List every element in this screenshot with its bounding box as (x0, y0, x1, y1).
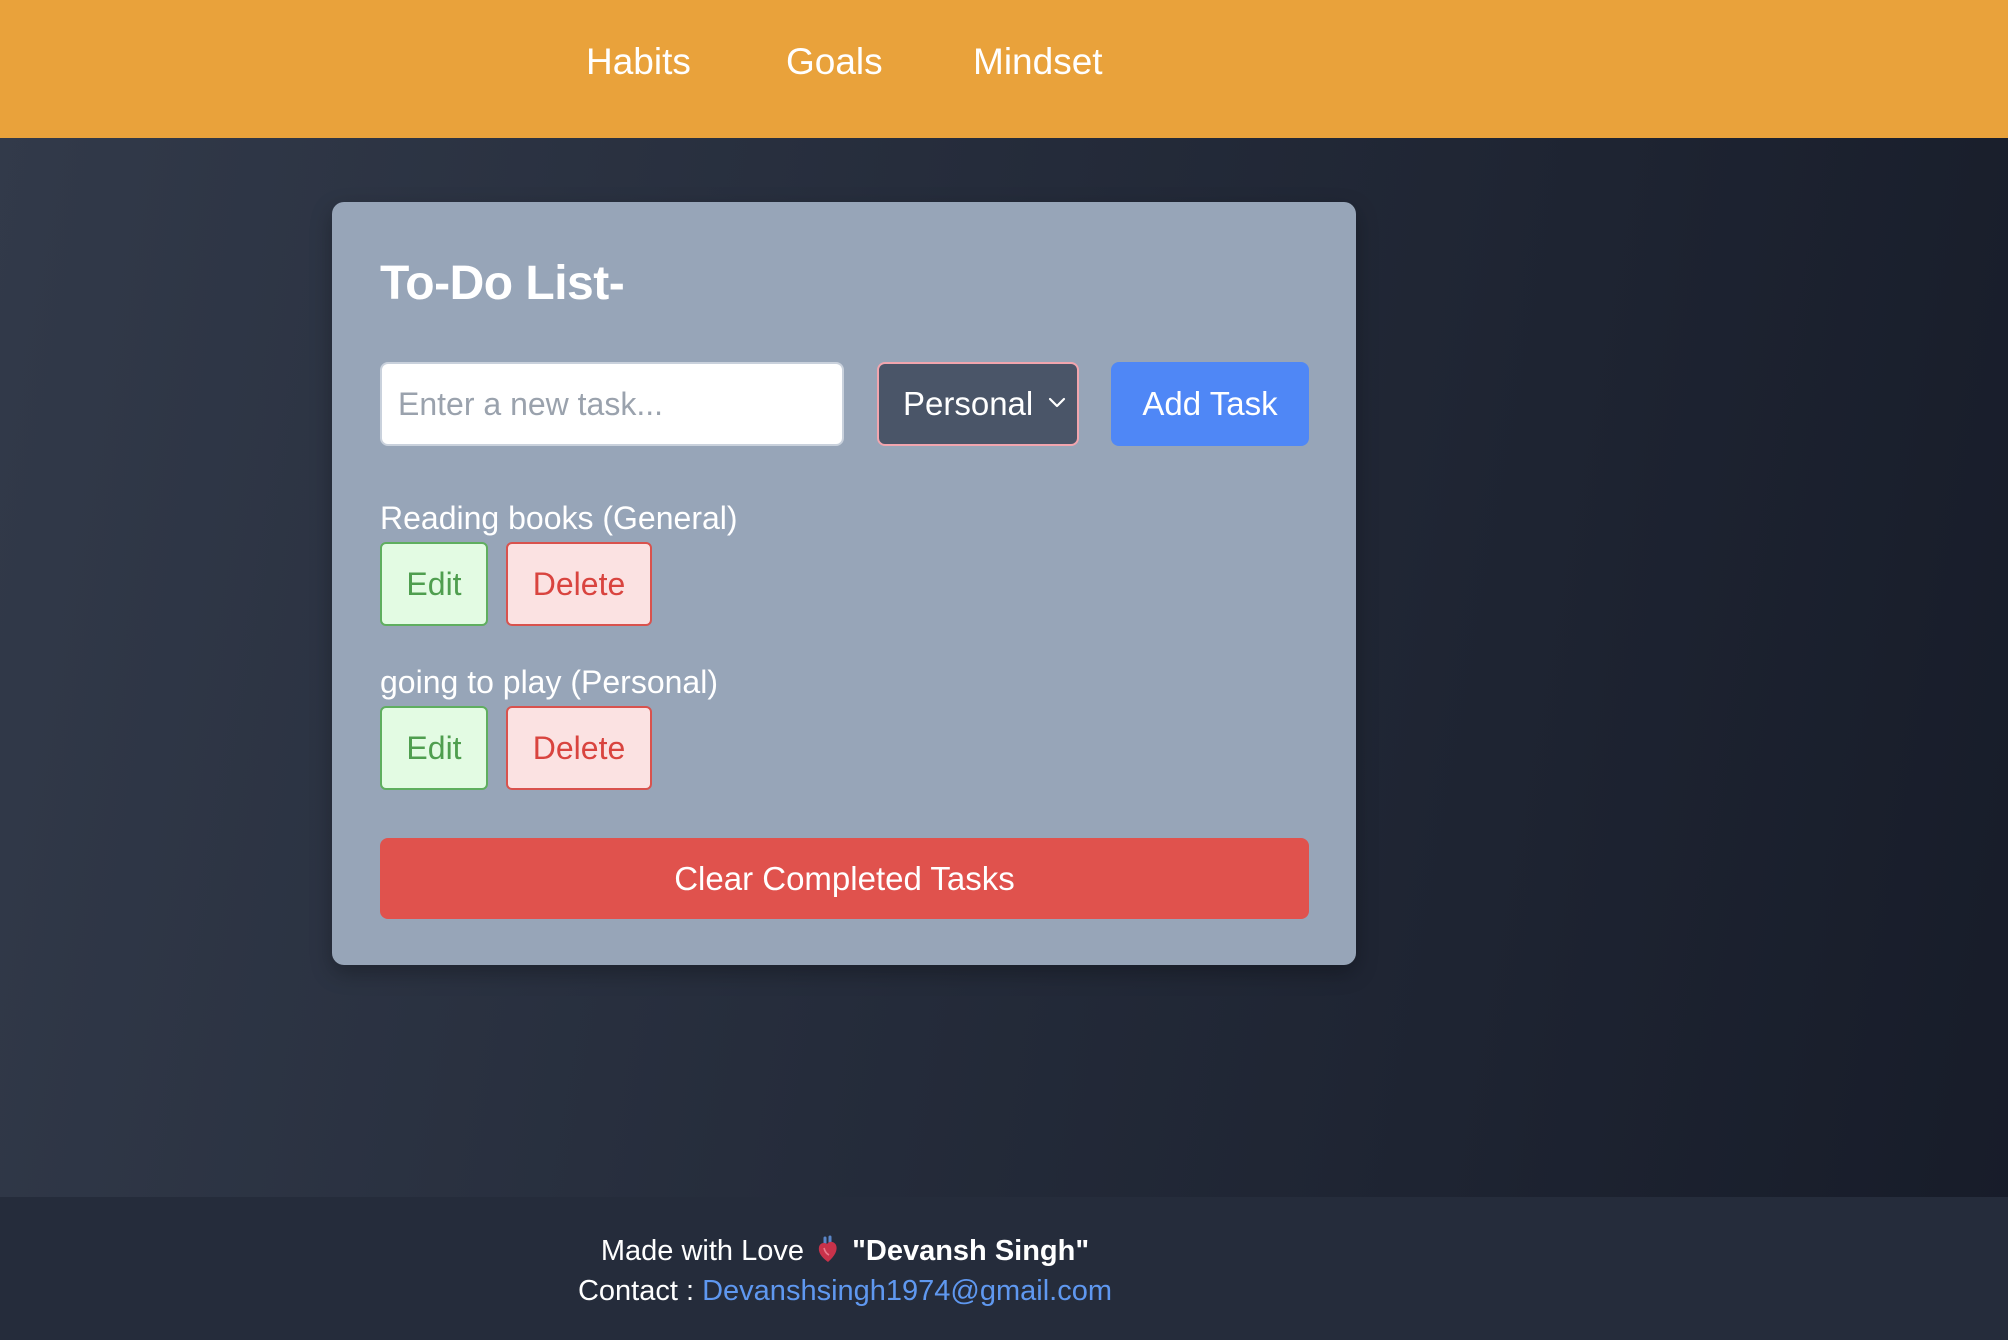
task-label: Reading books (General) (380, 500, 738, 536)
edit-task-button[interactable]: Edit (380, 706, 488, 790)
footer: Made with Love "Devansh Singh" Contact :… (0, 1197, 2008, 1340)
footer-made-with: Made with Love (600, 1235, 804, 1267)
nav-link-mindset[interactable]: Mindset (973, 38, 1103, 86)
delete-task-button[interactable]: Delete (506, 542, 652, 626)
delete-task-button[interactable]: Delete (506, 706, 652, 790)
chevron-down-icon (1048, 397, 1066, 408)
footer-author-name: "Devansh Singh" (852, 1235, 1090, 1267)
footer-email-link[interactable]: Devanshsingh1974@gmail.com (702, 1275, 1112, 1307)
category-selected-value: Personal (903, 385, 1034, 422)
add-task-button[interactable]: Add Task (1111, 362, 1309, 446)
clear-completed-button[interactable]: Clear Completed Tasks (380, 838, 1309, 919)
task-label: going to play (Personal) (380, 664, 718, 700)
top-navbar: Habits Goals Mindset (0, 0, 2008, 138)
nav-link-goals[interactable]: Goals (786, 38, 883, 86)
page-title: To-Do List- (380, 257, 625, 310)
footer-contact: Contact : Devanshsingh1974@gmail.com (0, 1271, 1690, 1311)
nav-link-habits[interactable]: Habits (586, 38, 691, 86)
footer-credit: Made with Love "Devansh Singh" (0, 1231, 1690, 1271)
todo-card: To-Do List- Personal Add Task Reading bo… (332, 202, 1356, 965)
footer-contact-label: Contact : (577, 1275, 695, 1307)
category-select[interactable]: Personal (877, 362, 1079, 446)
new-task-input[interactable] (380, 362, 844, 446)
edit-task-button[interactable]: Edit (380, 542, 488, 626)
anatomical-heart-icon (818, 1235, 837, 1262)
